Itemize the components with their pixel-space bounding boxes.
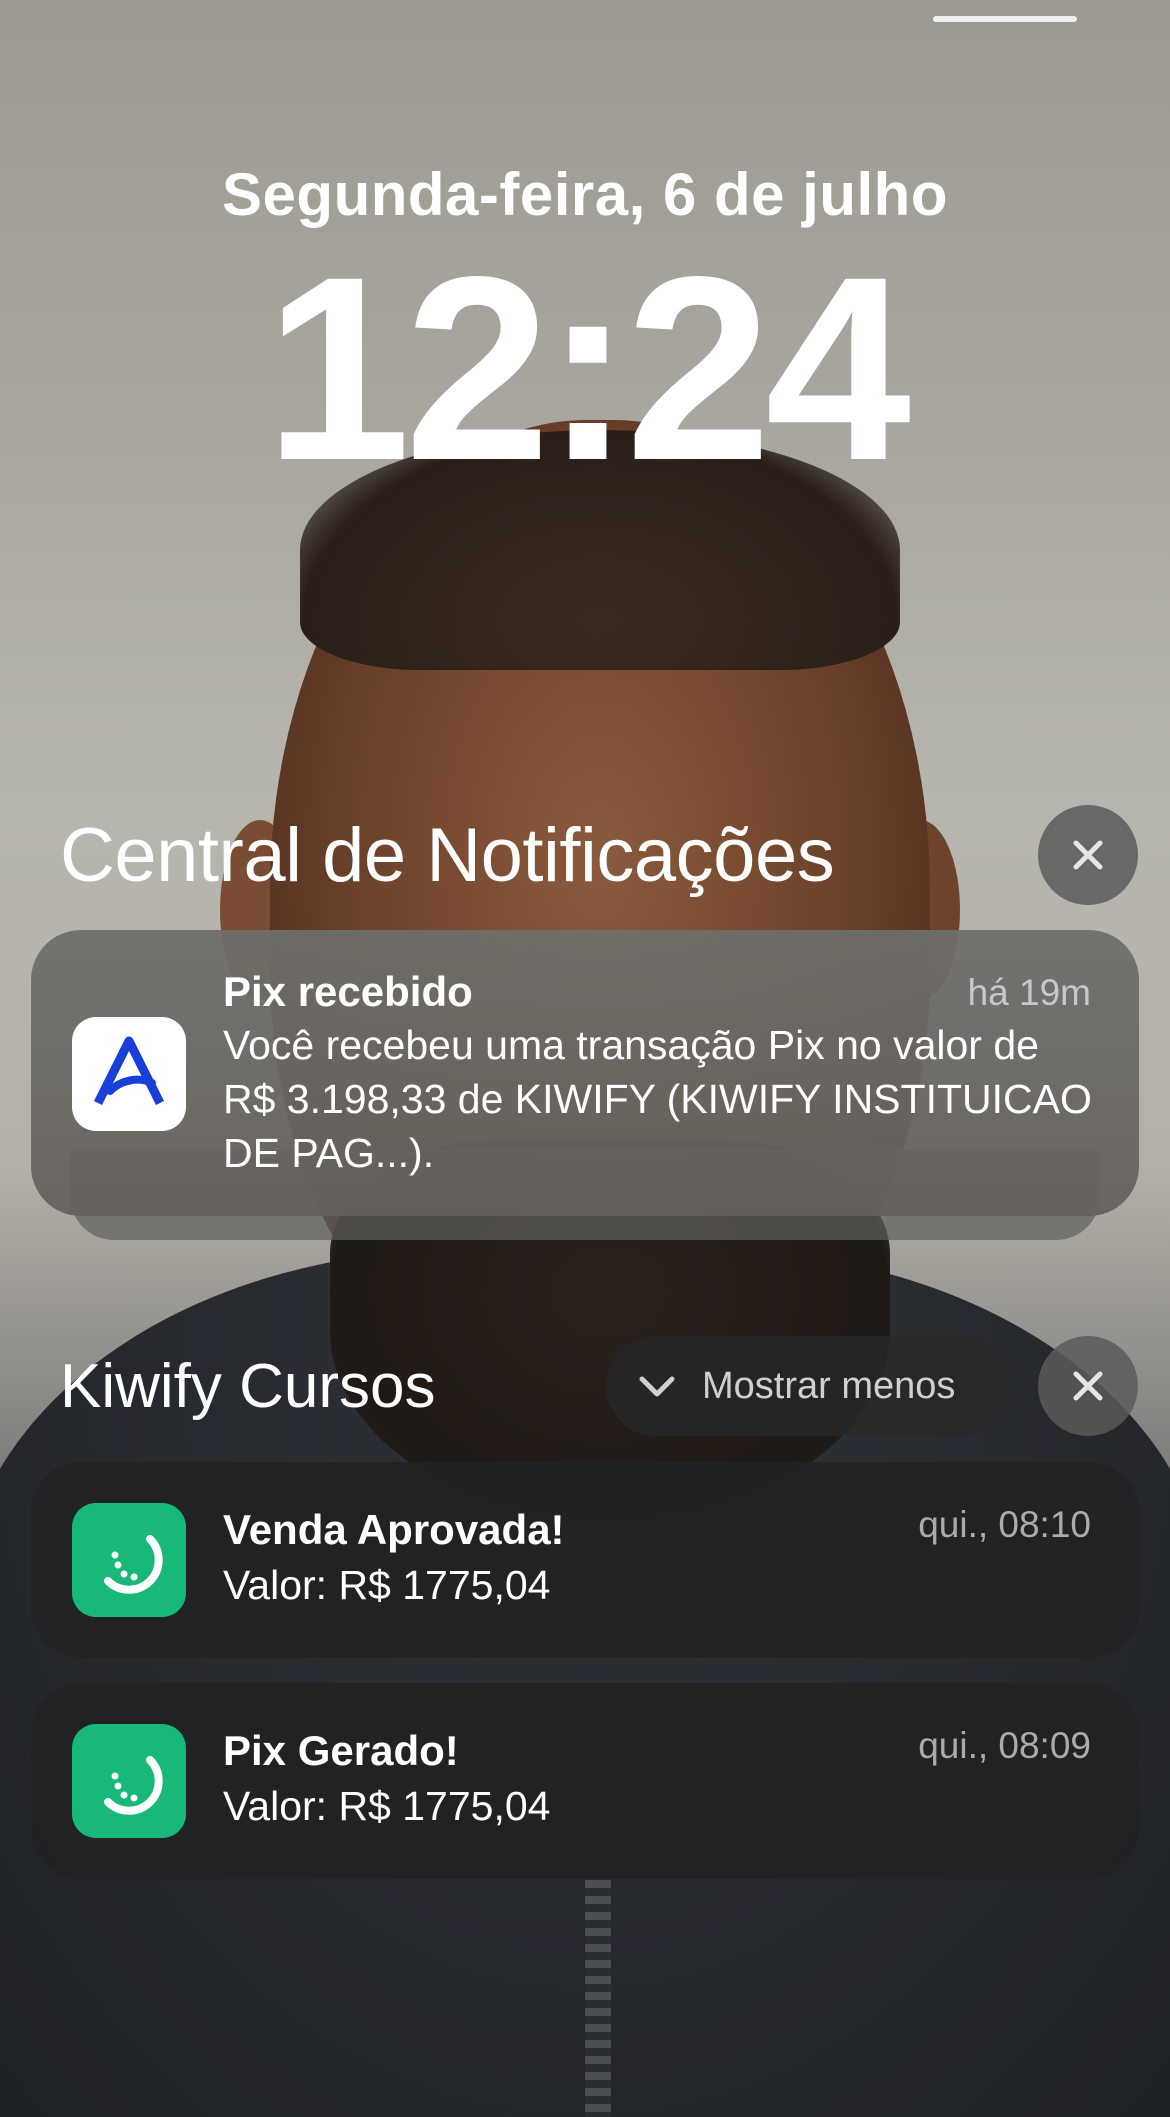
pix-notification-body: Você recebeu uma transação Pix no valor … bbox=[223, 1022, 1092, 1176]
venda-aprovada-notification-card[interactable]: Venda Aprovada! qui., 08:10 Valor: R$ 17… bbox=[31, 1462, 1139, 1658]
show-less-button[interactable]: Mostrar menos bbox=[606, 1336, 1014, 1436]
notification-center-title: Central de Notificações bbox=[60, 813, 835, 898]
pix-gerado-time: qui., 08:09 bbox=[918, 1725, 1091, 1766]
pix-gerado-notification-card[interactable]: Pix Gerado! qui., 08:09 Valor: R$ 1775,0… bbox=[31, 1683, 1139, 1879]
venda-aprovada-body: Valor: R$ 1775,04 bbox=[223, 1562, 551, 1608]
chevron-down-icon bbox=[639, 1376, 675, 1397]
bank-a-logo-icon bbox=[93, 1036, 165, 1106]
kiwify-app-icon bbox=[72, 1503, 186, 1617]
bank-app-icon bbox=[72, 1017, 186, 1131]
venda-aprovada-title: Venda Aprovada! bbox=[223, 1506, 565, 1553]
lockscreen-date: Segunda-feira, 6 de julho bbox=[222, 161, 948, 228]
pix-notification-time: há 19m bbox=[967, 972, 1091, 1013]
show-less-label: Mostrar menos bbox=[702, 1364, 956, 1407]
close-icon bbox=[1073, 840, 1103, 870]
kiwify-app-icon bbox=[72, 1724, 186, 1838]
notification-center-close-button[interactable] bbox=[1038, 805, 1138, 905]
kiwi-logo-icon bbox=[104, 1535, 163, 1594]
kiwify-group-close-button[interactable] bbox=[1038, 1336, 1138, 1436]
kiwi-logo-icon bbox=[104, 1756, 163, 1815]
venda-aprovada-time: qui., 08:10 bbox=[918, 1504, 1091, 1545]
pix-gerado-body: Valor: R$ 1775,04 bbox=[223, 1783, 551, 1829]
pix-notification-card[interactable]: Pix recebido há 19m Você recebeu uma tra… bbox=[31, 930, 1139, 1216]
wallpaper-zipper bbox=[585, 1880, 611, 2117]
close-icon bbox=[1073, 1371, 1103, 1401]
pix-gerado-title: Pix Gerado! bbox=[223, 1727, 459, 1774]
kiwify-group-title: Kiwify Cursos bbox=[60, 1352, 436, 1421]
pix-notification-title: Pix recebido bbox=[223, 968, 473, 1015]
lockscreen-time: 12:24 bbox=[264, 222, 911, 515]
top-grabber[interactable] bbox=[933, 16, 1077, 22]
